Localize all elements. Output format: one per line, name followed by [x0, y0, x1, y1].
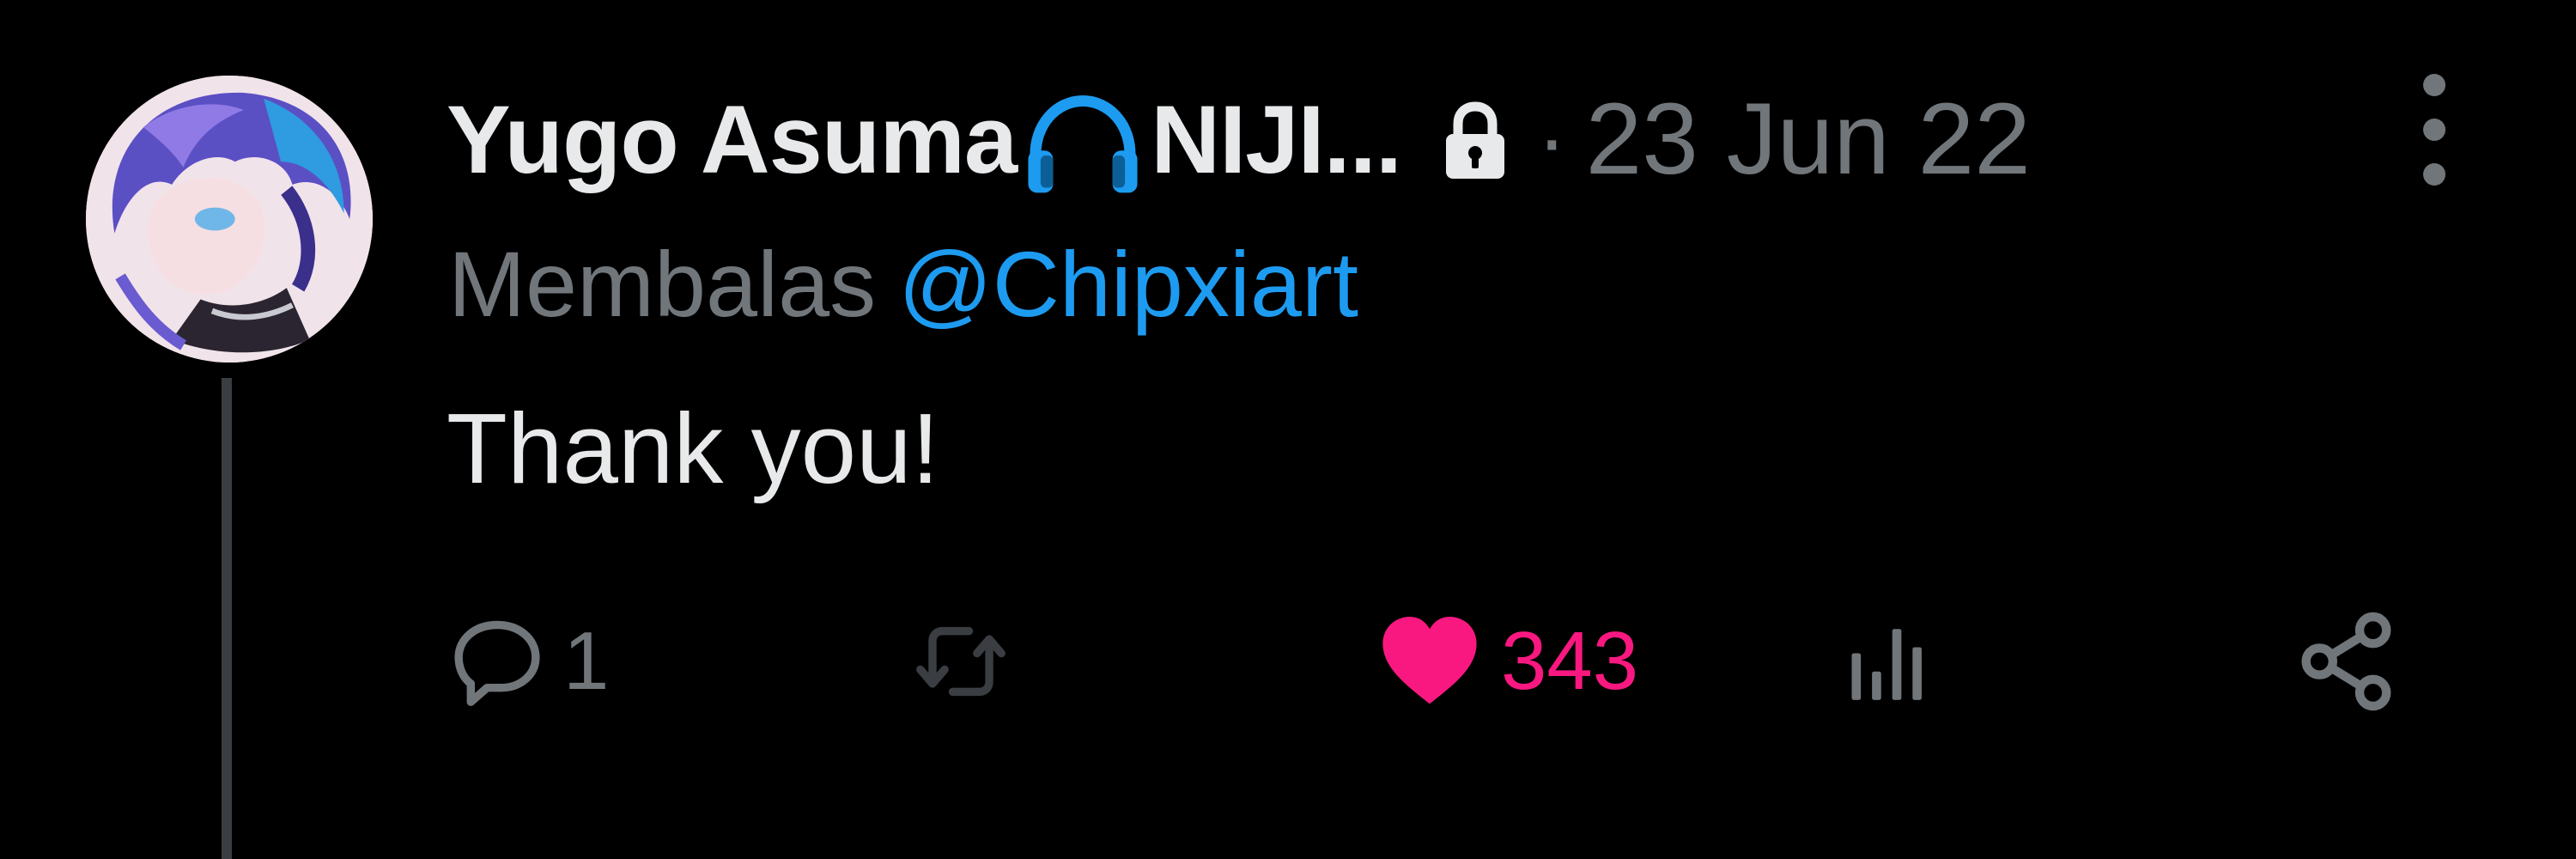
like-count: 343	[1501, 615, 1639, 707]
heart-icon	[1382, 617, 1477, 704]
retweet-icon	[916, 626, 1005, 697]
more-dot-icon	[2423, 74, 2445, 96]
separator-dot: ·	[1536, 88, 1567, 189]
reply-icon	[454, 620, 540, 706]
views-button[interactable]	[1838, 601, 1939, 722]
share-button[interactable]	[2293, 601, 2404, 722]
reply-count: 1	[563, 615, 610, 707]
more-dot-icon	[2423, 163, 2445, 186]
like-button[interactable]: 343	[1374, 601, 1638, 722]
action-bar: 1 343	[447, 601, 2464, 722]
author-display-name[interactable]: Yugo Asuma	[447, 84, 1018, 195]
author-name-suffix[interactable]: NIJI...	[1151, 84, 1402, 195]
more-options-button[interactable]	[2404, 74, 2464, 186]
headphones-icon	[1018, 88, 1147, 200]
tweet-text: Thank you!	[447, 393, 939, 504]
reply-context: Membalas @Chipxiart	[448, 230, 1358, 338]
reply-prefix: Membalas	[448, 232, 877, 336]
tweet-header: Yugo Asuma NIJI... · 23 Jun 22	[447, 79, 2031, 199]
analytics-icon	[1851, 629, 1922, 700]
more-dot-icon	[2423, 119, 2445, 141]
reply-mention-link[interactable]: @Chipxiart	[898, 232, 1358, 336]
thread-line	[222, 378, 232, 859]
avatar-image	[86, 76, 373, 362]
share-icon	[2301, 612, 2391, 711]
lock-icon	[1439, 100, 1511, 182]
avatar[interactable]	[86, 76, 373, 362]
retweet-button[interactable]	[910, 601, 1012, 722]
tweet[interactable]: Yugo Asuma NIJI... · 23 Jun 22 Membalas …	[0, 0, 2576, 859]
reply-button[interactable]: 1	[447, 601, 609, 722]
timestamp[interactable]: 23 Jun 22	[1586, 81, 2031, 198]
